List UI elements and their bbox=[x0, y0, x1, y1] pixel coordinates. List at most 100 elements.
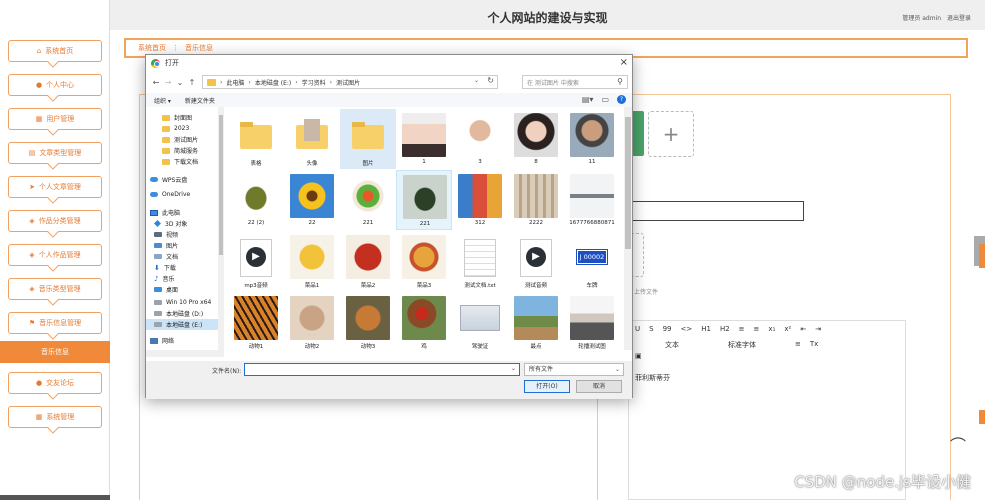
h1-button[interactable]: H1 bbox=[701, 325, 711, 333]
file-item[interactable]: 驾驶证 bbox=[452, 292, 508, 350]
clear-format-button[interactable]: Tx bbox=[810, 340, 818, 350]
sidebar-item-home[interactable]: ⌂ 系统首页 bbox=[8, 40, 102, 62]
image-insert-icon[interactable]: ▣ bbox=[635, 352, 642, 360]
add-image-button[interactable]: + bbox=[648, 111, 694, 157]
path-segment[interactable]: 测试图片 bbox=[336, 78, 360, 87]
nav-item[interactable]: 简城服务 bbox=[146, 145, 218, 156]
nav-item[interactable]: 视频 bbox=[146, 229, 218, 240]
file-item[interactable]: 菜品2 bbox=[340, 231, 396, 291]
sidebar-item-work-categories[interactable]: ◈ 作品分类管理 bbox=[8, 210, 102, 232]
nav-item[interactable]: Win 10 Pro x64 bbox=[146, 297, 218, 308]
file-item[interactable]: 8 bbox=[508, 109, 564, 169]
file-item[interactable]: 动物1 bbox=[228, 292, 284, 350]
superscript-button[interactable]: x² bbox=[784, 325, 791, 333]
file-item[interactable]: 鸡 bbox=[396, 292, 452, 350]
search-input[interactable]: 在 测试图片 中搜索 ⚲ bbox=[522, 75, 628, 89]
nav-item[interactable]: 本地磁盘 (D:) bbox=[146, 308, 218, 319]
filetype-select[interactable]: 所有文件 ⌄ bbox=[524, 363, 624, 376]
sidebar-item-article-types[interactable]: ▤ 文章类型管理 bbox=[8, 142, 102, 164]
file-item[interactable]: 22 bbox=[284, 170, 340, 230]
code-button[interactable]: <> bbox=[681, 325, 693, 333]
file-item[interactable]: 1 bbox=[396, 109, 452, 169]
nav-item[interactable]: 测试图片 bbox=[146, 134, 218, 145]
forward-arrow-icon[interactable]: → bbox=[162, 78, 174, 87]
align-button[interactable]: ≡ bbox=[795, 340, 801, 350]
file-item[interactable]: 头像 bbox=[284, 109, 340, 169]
file-item[interactable]: 22 (2) bbox=[228, 170, 284, 230]
filename-input[interactable]: ⌄ bbox=[244, 363, 520, 376]
sidebar-item-users[interactable]: ▦ 用户管理 bbox=[8, 108, 102, 130]
side-float-tab[interactable] bbox=[979, 244, 985, 268]
subscript-button[interactable]: x₁ bbox=[768, 325, 775, 333]
editor-content[interactable]: 菲利斯蒂芬 bbox=[635, 373, 670, 383]
ordered-list-button[interactable]: ≡ bbox=[739, 325, 745, 333]
nav-item[interactable]: 图片 bbox=[146, 240, 218, 251]
nav-item[interactable]: 网络 bbox=[146, 335, 218, 346]
file-item[interactable]: 3 bbox=[452, 109, 508, 169]
nav-item[interactable]: 文档 bbox=[146, 251, 218, 262]
file-item[interactable]: 11 bbox=[564, 109, 620, 169]
file-item[interactable]: 221 bbox=[340, 170, 396, 230]
outdent-button[interactable]: ⇤ bbox=[800, 325, 806, 333]
nav-item[interactable]: ♪ 音乐 bbox=[146, 273, 218, 284]
view-mode-icon[interactable]: ▤▾ bbox=[582, 95, 594, 104]
file-item[interactable]: 菜品1 bbox=[284, 231, 340, 291]
preview-pane-icon[interactable]: ▭ bbox=[601, 95, 609, 104]
cancel-button[interactable]: 取消 bbox=[576, 380, 622, 393]
file-item[interactable]: 图片 bbox=[340, 109, 396, 169]
text-size-select[interactable]: 文本 bbox=[665, 340, 679, 350]
font-select[interactable]: 标准字体 bbox=[728, 340, 756, 350]
file-item[interactable]: 312 bbox=[452, 170, 508, 230]
nav-item[interactable]: 封面图 bbox=[146, 112, 218, 123]
sidebar-item-works[interactable]: ◈ 个人作品管理 bbox=[8, 244, 102, 266]
nav-item[interactable]: 3D 对象 bbox=[146, 218, 218, 229]
chevron-down-icon[interactable]: ⌄ bbox=[174, 78, 186, 87]
text-field[interactable]: c bbox=[628, 201, 804, 221]
path-segment[interactable]: 本地磁盘 (E:) bbox=[255, 78, 291, 87]
chevron-down-icon[interactable]: ⌄ bbox=[474, 77, 479, 84]
side-float-tab-2[interactable] bbox=[979, 410, 985, 424]
file-item[interactable]: ▶ 测试音频 bbox=[508, 231, 564, 291]
file-item[interactable]: 1677766880871 bbox=[564, 170, 620, 230]
file-item[interactable]: 动物3 bbox=[340, 292, 396, 350]
underline-button[interactable]: U bbox=[635, 325, 640, 333]
nav-item[interactable]: WPS云盘 bbox=[146, 174, 218, 185]
quote-button[interactable]: 99 bbox=[663, 325, 672, 333]
nav-item[interactable]: 下载文档 bbox=[146, 156, 218, 167]
organize-menu[interactable]: 组织 ▾ bbox=[154, 96, 171, 105]
file-item[interactable]: 221 bbox=[396, 170, 452, 230]
file-item[interactable]: 表格 bbox=[228, 109, 284, 169]
sidebar-item-forum[interactable]: ● 交友论坛 bbox=[8, 372, 102, 394]
back-arrow-icon[interactable]: ← bbox=[150, 78, 162, 87]
sidebar-item-articles[interactable]: ➤ 个人文章管理 bbox=[8, 176, 102, 198]
file-item[interactable]: 菜品3 bbox=[396, 231, 452, 291]
address-bar[interactable]: › 此电脑 › 本地磁盘 (E:) › 学习资料 › 测试图片 ⌄ ↻ bbox=[202, 75, 498, 89]
open-button[interactable]: 打开(O) bbox=[524, 380, 570, 393]
nav-item[interactable]: 桌面 bbox=[146, 284, 218, 295]
sidebar-item-music-manage[interactable]: ⚑ 音乐信息管理 bbox=[8, 312, 102, 334]
sidebar-item-music-types[interactable]: ◈ 音乐类型管理 bbox=[8, 278, 102, 300]
nav-item[interactable]: ⬇ 下载 bbox=[146, 262, 218, 273]
chevron-down-icon[interactable]: ⌄ bbox=[511, 365, 516, 372]
logout-link[interactable]: 退出登录 bbox=[947, 15, 971, 22]
indent-button[interactable]: ⇥ bbox=[815, 325, 821, 333]
sidebar-item-profile[interactable]: ● 个人中心 bbox=[8, 74, 102, 96]
path-segment[interactable]: 学习资料 bbox=[302, 78, 326, 87]
sidebar-item-music-info[interactable]: 音乐信息 bbox=[0, 341, 110, 363]
file-item[interactable]: 轮播测试图 bbox=[564, 292, 620, 350]
nav-item[interactable]: 此电脑 bbox=[146, 207, 218, 218]
strike-button[interactable]: S bbox=[649, 325, 653, 333]
refresh-icon[interactable]: ↻ bbox=[487, 76, 494, 85]
nav-item[interactable]: 2023 bbox=[146, 123, 218, 134]
sidebar-item-system[interactable]: ▦ 系统管理 bbox=[8, 406, 102, 428]
file-item[interactable]: 2222 bbox=[508, 170, 564, 230]
files-scrollbar-thumb[interactable] bbox=[625, 117, 631, 249]
file-item[interactable]: J 00002 车牌 bbox=[564, 231, 620, 291]
nav-scrollbar-thumb[interactable] bbox=[219, 115, 223, 255]
nav-item[interactable]: OneDrive bbox=[146, 189, 218, 200]
file-item[interactable]: 动物2 bbox=[284, 292, 340, 350]
new-folder-button[interactable]: 新建文件夹 bbox=[185, 96, 215, 105]
up-arrow-icon[interactable]: ↑ bbox=[186, 78, 198, 87]
path-segment[interactable]: 此电脑 bbox=[226, 78, 244, 87]
breadcrumb-home[interactable]: 系统首页 bbox=[138, 43, 166, 53]
